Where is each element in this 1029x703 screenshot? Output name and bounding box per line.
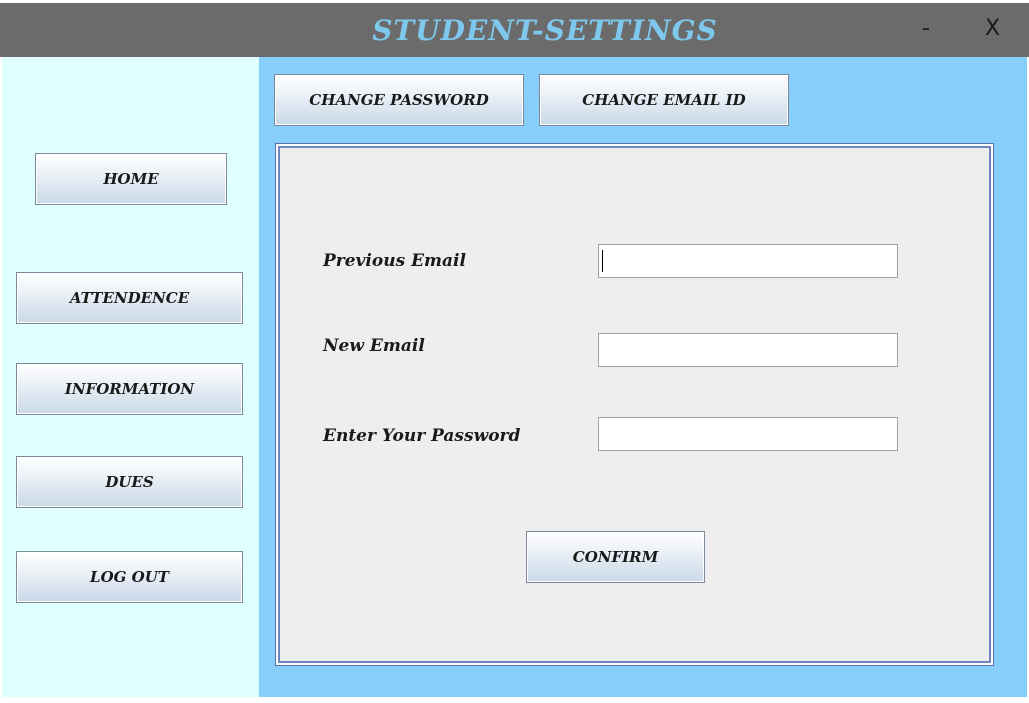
home-button[interactable]: HOME (35, 153, 227, 205)
close-button[interactable]: X (985, 16, 1000, 41)
confirm-button[interactable]: CONFIRM (526, 531, 705, 583)
sidebar: HOME ATTENDENCE INFORMATION DUES LOG OUT (2, 57, 259, 697)
new-email-field[interactable] (598, 333, 898, 367)
information-button[interactable]: INFORMATION (16, 363, 243, 415)
previous-email-field[interactable] (598, 244, 898, 278)
previous-email-label: Previous Email (323, 251, 466, 271)
dues-button[interactable]: DUES (16, 456, 243, 508)
window-title: STUDENT-SETTINGS (372, 14, 718, 47)
log-out-button[interactable]: LOG OUT (16, 551, 243, 603)
minimize-button[interactable]: - (922, 16, 930, 41)
window-bottom-edge (0, 697, 1029, 703)
title-bar: STUDENT-SETTINGS - X (0, 0, 1029, 57)
attendence-button[interactable]: ATTENDENCE (16, 272, 243, 324)
title-bar-top-edge (0, 0, 1029, 3)
new-email-label: New Email (323, 336, 425, 356)
password-label: Enter Your Password (323, 426, 521, 446)
password-field[interactable] (598, 417, 898, 451)
change-email-panel: Previous Email New Email Enter Your Pass… (275, 143, 994, 666)
text-caret (602, 250, 603, 272)
change-password-tab[interactable]: CHANGE PASSWORD (274, 74, 524, 126)
change-email-form: Previous Email New Email Enter Your Pass… (278, 146, 991, 663)
change-email-id-tab[interactable]: CHANGE EMAIL ID (539, 74, 789, 126)
